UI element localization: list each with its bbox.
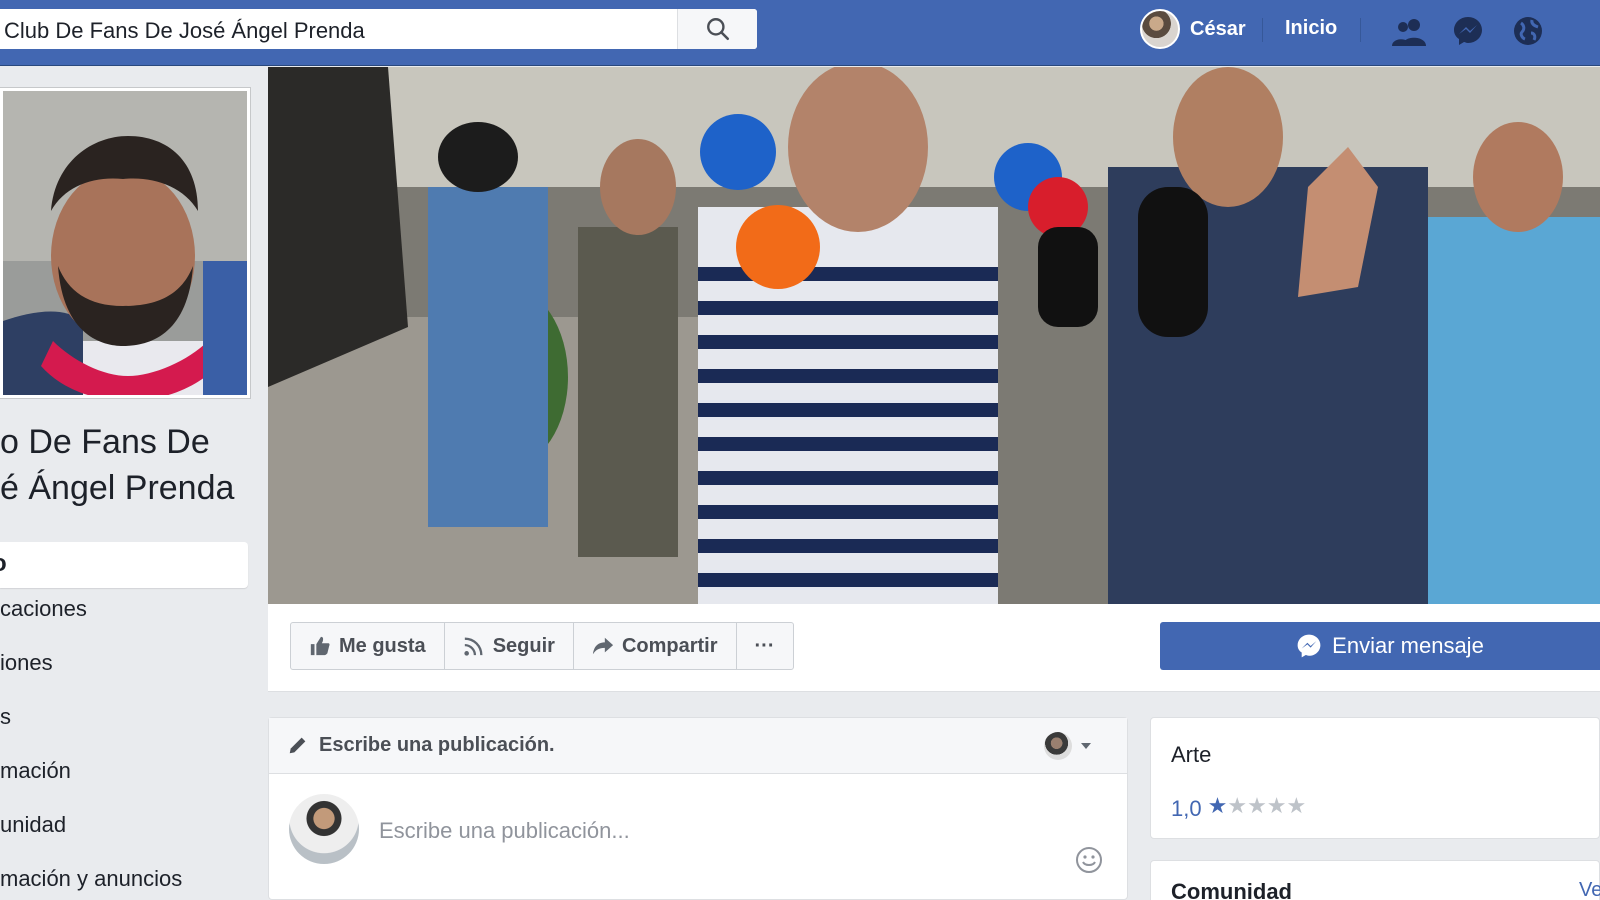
like-label: Me gusta [339,634,426,657]
rating[interactable]: 1,0 ★ ★ ★ ★ ★ [1171,790,1306,822]
sidebar-item-fotos[interactable]: s [0,704,260,730]
page-title-line: é Ángel Prenda [0,469,235,507]
search-icon [706,18,729,41]
post-as-selector[interactable] [1044,732,1094,760]
sidebar-item-label: o [0,550,7,578]
profile-picture[interactable] [0,88,250,398]
like-button[interactable]: Me gusta [291,623,445,669]
cover-photo[interactable] [268,67,1600,604]
follow-label: Seguir [492,634,555,657]
category-label[interactable]: Arte [1171,742,1211,768]
profile-link[interactable]: César [1140,8,1246,50]
notifications-globe-icon[interactable] [1508,13,1548,49]
sidebar-item-opiniones[interactable]: iones [0,650,260,676]
page-action-bar: Me gusta Seguir Compartir ··· Enviar men… [268,604,1600,692]
cover-photo-image [268,67,1600,604]
avatar [289,794,359,864]
sidebar-item-publicaciones[interactable]: caciones [0,596,260,622]
search-input[interactable]: Club De Fans De José Ángel Prenda [4,18,365,44]
star-icon: ★ [1247,793,1267,818]
share-label: Compartir [621,634,718,657]
sidebar-item-comunidad[interactable]: unidad [0,812,260,838]
friend-requests-icon[interactable] [1390,13,1430,49]
composer-header[interactable]: Escribe una publicación. [269,718,1127,774]
category-rating-card: Arte 1,0 ★ ★ ★ ★ ★ [1150,717,1600,839]
star-icon: ★ [1227,793,1248,818]
nav-divider [1360,18,1361,42]
star-icon: ★ [1266,793,1287,818]
chevron-down-icon [1081,743,1091,749]
page-title-line: o De Fans De [0,423,210,461]
top-navigation-bar: Club De Fans De José Ángel Prenda César … [0,0,1600,66]
post-composer: Escribe una publicación. Escribe una pub… [268,717,1128,900]
messenger-icon [1297,634,1321,658]
rating-value: 1,0 [1171,796,1202,821]
share-button[interactable]: Compartir [574,623,737,669]
sidebar-item-promocion[interactable]: mación y anuncios [0,866,260,892]
community-title: Comunidad [1171,879,1292,900]
sidebar-item-home[interactable]: o [0,542,248,588]
profile-photo-icon [3,91,247,395]
user-name: César [1190,17,1246,40]
send-message-label: Enviar mensaje [1332,633,1484,658]
star-icon: ★ [1286,793,1307,818]
composer-header-label: Escribe una publicación. [319,734,555,756]
page-title: o De Fans De é Ángel Prenda [0,419,260,511]
messenger-icon[interactable] [1448,13,1488,49]
star-icon: ★ [1207,793,1228,818]
follow-button[interactable]: Seguir [445,623,574,669]
home-link[interactable]: Inicio [1285,17,1337,40]
community-card: Comunidad Ve [1150,860,1600,900]
thumbs-up-icon [310,636,330,656]
more-options-button[interactable]: ··· [737,623,793,669]
left-column: o De Fans De é Ángel Prenda o caciones i… [0,66,268,900]
send-message-button[interactable]: Enviar mensaje [1160,622,1600,670]
nav-divider [1262,18,1263,42]
post-text-input[interactable]: Escribe una publicación... [379,818,630,844]
avatar [1140,9,1180,49]
sidebar-item-informacion[interactable]: mación [0,758,260,784]
avatar [1044,732,1072,760]
more-options-label: ··· [754,634,775,657]
emoji-icon[interactable] [1075,846,1103,874]
rss-icon [464,637,483,656]
search-box[interactable]: Club De Fans De José Ángel Prenda [0,9,757,49]
community-see-all-link[interactable]: Ve [1579,879,1600,900]
pencil-icon [289,737,306,754]
action-buttons-group: Me gusta Seguir Compartir ··· [290,622,794,670]
share-arrow-icon [592,637,614,655]
search-button[interactable] [677,9,757,49]
